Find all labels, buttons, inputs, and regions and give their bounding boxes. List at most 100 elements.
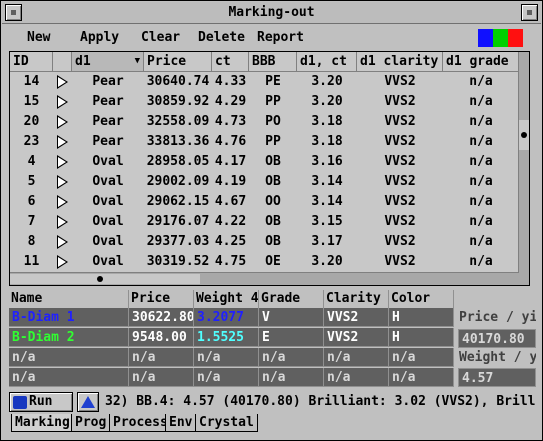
cell-d1-grade: n/a: [469, 114, 493, 129]
menu-apply[interactable]: Apply: [80, 30, 119, 45]
table-row[interactable]: 8 Oval 29377.03 4.25 OB 3.17 VVS2 n/a: [10, 232, 519, 252]
table-row[interactable]: 11 Oval 30319.52 4.75 OE 3.20 VVS2 n/a: [10, 252, 519, 272]
cell-d1-grade: n/a: [469, 254, 493, 269]
panel-weight[interactable]: n/a: [194, 368, 259, 387]
cell-d1-ct: 3.15: [311, 214, 343, 229]
cell-price: 29377.03: [146, 234, 210, 249]
cell-d1-clarity: VVS2: [384, 254, 416, 269]
green-swatch[interactable]: [493, 29, 508, 47]
cell-d1-grade: n/a: [469, 154, 493, 169]
run-button[interactable]: Run: [9, 392, 73, 412]
menu-new[interactable]: New: [27, 30, 50, 45]
panel-price[interactable]: n/a: [129, 348, 194, 367]
tab-crystal[interactable]: Crystal: [195, 414, 258, 432]
panel-name[interactable]: B-Diam 1: [9, 308, 129, 327]
tab-env[interactable]: Env: [165, 414, 197, 432]
table-row[interactable]: 7 Oval 29176.07 4.22 OB 3.15 VVS2 n/a: [10, 212, 519, 232]
col-d1-clarity[interactable]: d1 clarity: [357, 52, 443, 72]
menu-delete[interactable]: Delete: [198, 30, 245, 45]
table-row[interactable]: 4 Oval 28958.05 4.17 OB 3.16 VVS2 n/a: [10, 152, 519, 172]
cell-id: 6: [27, 194, 36, 209]
red-swatch[interactable]: [508, 29, 523, 47]
panel-color[interactable]: H: [389, 308, 454, 327]
panel-color[interactable]: H: [389, 328, 454, 347]
panel-weight[interactable]: 1.5525: [194, 328, 259, 347]
panel-clarity[interactable]: VVS2: [324, 328, 389, 347]
cell-price: 33813.36: [146, 134, 210, 149]
row-pointer-icon[interactable]: [57, 155, 68, 169]
row-pointer-icon[interactable]: [57, 75, 68, 89]
cell-d1-clarity: VVS2: [384, 214, 416, 229]
horizontal-scroll-thumb[interactable]: [10, 274, 200, 284]
table-row[interactable]: 14 Pear 30640.74 4.33 PE 3.20 VVS2 n/a: [10, 72, 519, 92]
eject-icon: [81, 396, 95, 408]
hscroll-thumb-grip: [97, 276, 103, 282]
panel-clarity[interactable]: n/a: [324, 348, 389, 367]
weight-yield-label: Weight / yield: [459, 350, 536, 365]
status-text: 32) BB.4: 4.57 (40170.80) Brilliant: 3.0…: [103, 392, 536, 412]
menu-report[interactable]: Report: [257, 30, 304, 45]
cell-d1-clarity: VVS2: [384, 94, 416, 109]
cell-id: 14: [23, 74, 40, 89]
table-row[interactable]: 15 Pear 30859.92 4.29 PP 3.20 VVS2 n/a: [10, 92, 519, 112]
vertical-scrollbar[interactable]: [518, 52, 529, 285]
maximize-button[interactable]: [521, 4, 538, 21]
panel-color[interactable]: n/a: [389, 368, 454, 387]
scroll-track-upper[interactable]: [519, 52, 529, 120]
col-ct[interactable]: ct: [212, 52, 249, 72]
panel-clarity[interactable]: n/a: [324, 368, 389, 387]
cell-marker: [53, 192, 72, 212]
col-d1-ct[interactable]: d1, ct: [297, 52, 357, 72]
row-pointer-icon[interactable]: [57, 115, 68, 129]
cell-d1: Oval: [92, 194, 124, 209]
row-pointer-icon[interactable]: [57, 215, 68, 229]
cell-marker: [53, 92, 72, 112]
eject-button[interactable]: [77, 392, 99, 412]
cell-ct: 4.75: [214, 254, 247, 269]
cell-bbb: PO: [265, 114, 281, 129]
tab-prog[interactable]: Prog: [71, 414, 111, 432]
panel-name[interactable]: B-Diam 2: [9, 328, 129, 347]
table-row[interactable]: 20 Pear 32558.09 4.73 PO 3.18 VVS2 n/a: [10, 112, 519, 132]
col-bbb[interactable]: BBB: [249, 52, 297, 72]
cell-marker: [53, 232, 72, 252]
vertical-scroll-thumb[interactable]: [519, 120, 529, 150]
panel-weight[interactable]: 3.2077: [194, 308, 259, 327]
panel-grade[interactable]: E: [259, 328, 324, 347]
panel-price[interactable]: 9548.00: [129, 328, 194, 347]
panel-weight[interactable]: n/a: [194, 348, 259, 367]
row-pointer-icon[interactable]: [57, 175, 68, 189]
horizontal-scrollbar[interactable]: [10, 272, 519, 285]
cell-price: 30319.52: [146, 254, 210, 269]
tab-marking[interactable]: Marking: [11, 414, 74, 432]
col-price[interactable]: Price: [144, 52, 212, 72]
menu-clear[interactable]: Clear: [141, 30, 180, 45]
panel-clarity[interactable]: VVS2: [324, 308, 389, 327]
panel-name[interactable]: n/a: [9, 348, 129, 367]
col-d1-grade[interactable]: d1 grade: [443, 52, 519, 72]
panel-grade[interactable]: V: [259, 308, 324, 327]
row-pointer-icon[interactable]: [57, 235, 68, 249]
panel-price[interactable]: 30622.80: [129, 308, 194, 327]
cell-bbb: OB: [265, 174, 281, 189]
cell-ct: 4.29: [214, 94, 247, 109]
tab-process[interactable]: Process: [109, 414, 172, 432]
panel-color[interactable]: n/a: [389, 348, 454, 367]
table-row[interactable]: 5 Oval 29002.09 4.19 OB 3.14 VVS2 n/a: [10, 172, 519, 192]
col-d1[interactable]: d1 ▼: [72, 52, 144, 72]
col-id[interactable]: ID: [10, 52, 53, 72]
cell-d1-grade: n/a: [469, 134, 493, 149]
row-pointer-icon[interactable]: [57, 135, 68, 149]
panel-grade[interactable]: n/a: [259, 348, 324, 367]
panel-price[interactable]: n/a: [129, 368, 194, 387]
cell-bbb: OO: [265, 194, 281, 209]
row-pointer-icon[interactable]: [57, 95, 68, 109]
row-pointer-icon[interactable]: [57, 255, 68, 269]
table-row[interactable]: 6 Oval 29062.15 4.67 OO 3.14 VVS2 n/a: [10, 192, 519, 212]
panel-grade[interactable]: n/a: [259, 368, 324, 387]
panel-name[interactable]: n/a: [9, 368, 129, 387]
col-marker[interactable]: [53, 52, 72, 72]
blue-swatch[interactable]: [478, 29, 493, 47]
row-pointer-icon[interactable]: [57, 195, 68, 209]
table-row[interactable]: 23 Pear 33813.36 4.76 PP 3.18 VVS2 n/a: [10, 132, 519, 152]
